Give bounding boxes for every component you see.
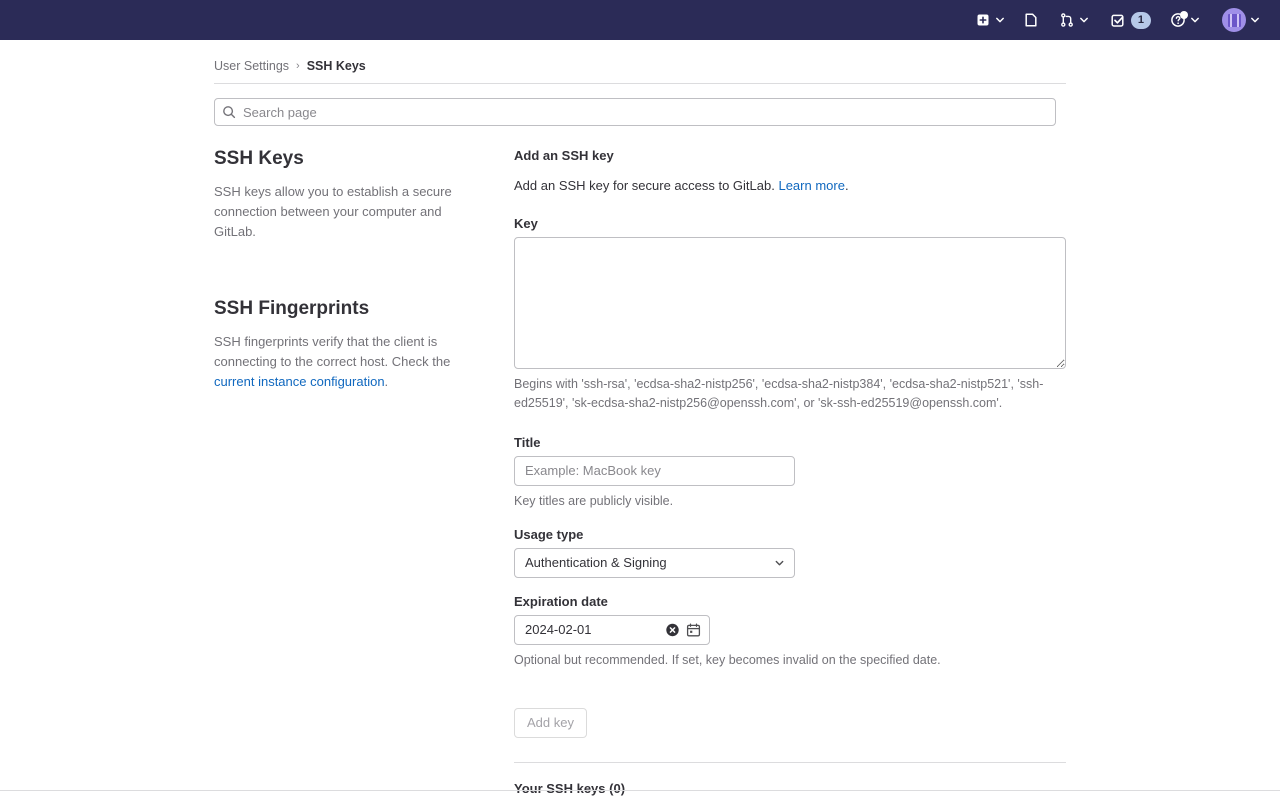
expiration-date-input[interactable]: 2024-02-01 xyxy=(514,614,710,645)
panel-description-prefix: Add an SSH key for secure access to GitL… xyxy=(514,178,779,193)
your-ssh-keys-title: Your SSH keys (0) xyxy=(514,780,626,796)
merge-request-icon xyxy=(1059,12,1075,28)
top-navigation-bar: 1 xyxy=(0,0,1280,40)
plus-square-icon xyxy=(975,12,991,28)
footer-divider xyxy=(0,790,1280,791)
clear-circle-icon[interactable] xyxy=(665,622,680,637)
panel-description-suffix: . xyxy=(844,178,849,193)
breadcrumb-separator: › xyxy=(296,60,300,72)
issues-icon xyxy=(1023,12,1039,28)
create-new-menu[interactable] xyxy=(971,6,1011,34)
title-field-group: Title Key titles are publicly visible. xyxy=(514,435,1066,511)
title-input[interactable] xyxy=(514,455,795,486)
settings-columns: SSH Keys SSH keys allow you to establish… xyxy=(214,148,1066,800)
user-menu[interactable] xyxy=(1218,6,1266,34)
breadcrumb: User Settings › SSH Keys xyxy=(214,52,1066,83)
expiration-date-help-text: Optional but recommended. If set, key be… xyxy=(514,652,941,667)
ssh-fingerprints-section-description: SSH fingerprints verify that the client … xyxy=(214,332,474,392)
chevron-down-icon xyxy=(1188,13,1202,27)
expiration-date-field-group: Expiration date 2024-02-01 Optional but … xyxy=(514,594,1066,670)
search-page-container xyxy=(214,98,1056,126)
usage-type-selected-value: Authentication & Signing xyxy=(525,555,667,570)
help-menu[interactable] xyxy=(1166,6,1206,34)
chevron-down-icon xyxy=(993,13,1007,27)
chevron-down-icon xyxy=(1077,13,1091,27)
keys-section-divider xyxy=(514,761,1066,763)
expiration-date-label: Expiration date xyxy=(514,593,608,609)
expiration-date-wrap: 2024-02-01 xyxy=(514,614,710,645)
ssh-keys-section-description: SSH keys allow you to establish a secure… xyxy=(214,183,452,240)
settings-sidebar: SSH Keys SSH keys allow you to establish… xyxy=(214,148,504,392)
title-label: Title xyxy=(514,434,541,450)
key-help-text: Begins with 'ssh-rsa', 'ecdsa-sha2-nistp… xyxy=(514,376,1044,410)
search-input[interactable] xyxy=(214,98,1056,126)
todos-link[interactable]: 1 xyxy=(1107,6,1154,34)
add-key-button[interactable]: Add key xyxy=(514,707,587,738)
usage-type-select-wrap: Authentication & Signing xyxy=(514,547,795,578)
current-instance-configuration-link[interactable]: current instance configuration xyxy=(214,374,385,389)
fingerprints-text-suffix: . xyxy=(384,374,389,390)
navbar-actions: 1 xyxy=(971,6,1266,34)
key-field-group: Key Begins with 'ssh-rsa', 'ecdsa-sha2-n… xyxy=(514,216,1066,413)
add-ssh-key-panel: Add an SSH key Add an SSH key for secure… xyxy=(504,148,1066,800)
title-help-text: Key titles are publicly visible. xyxy=(514,493,674,508)
expiration-date-value: 2024-02-01 xyxy=(525,622,592,637)
page-body: User Settings › SSH Keys SSH Keys SSH ke… xyxy=(0,40,1280,800)
learn-more-link[interactable]: Learn more xyxy=(778,178,844,193)
avatar xyxy=(1222,8,1246,32)
breadcrumb-user-settings[interactable]: User Settings xyxy=(214,59,289,73)
question-circle-icon xyxy=(1170,11,1188,28)
calendar-icon[interactable] xyxy=(686,622,701,637)
key-input[interactable] xyxy=(514,236,1066,369)
ssh-fingerprints-section-title: SSH Fingerprints xyxy=(214,298,370,320)
todo-checkbox-icon xyxy=(1110,12,1127,29)
breadcrumb-ssh-keys[interactable]: SSH Keys xyxy=(307,59,366,73)
issues-link[interactable] xyxy=(1019,6,1043,34)
header-divider xyxy=(214,83,1066,84)
merge-requests-menu[interactable] xyxy=(1055,6,1095,34)
todo-count-badge: 1 xyxy=(1130,11,1151,29)
ssh-keys-section-title: SSH Keys xyxy=(214,148,304,169)
notification-dot xyxy=(1180,11,1188,19)
content-container: User Settings › SSH Keys SSH Keys SSH ke… xyxy=(214,40,1066,800)
key-label: Key xyxy=(514,215,538,231)
panel-title: Add an SSH key xyxy=(514,148,614,163)
usage-type-label: Usage type xyxy=(514,526,584,542)
chevron-down-icon xyxy=(1248,13,1262,27)
fingerprints-text-prefix: SSH fingerprints verify that the client … xyxy=(214,334,451,370)
usage-type-field-group: Usage type Authentication & Signing xyxy=(514,527,1066,578)
panel-description: Add an SSH key for secure access to GitL… xyxy=(514,176,1066,196)
usage-type-select[interactable]: Authentication & Signing xyxy=(514,547,795,578)
